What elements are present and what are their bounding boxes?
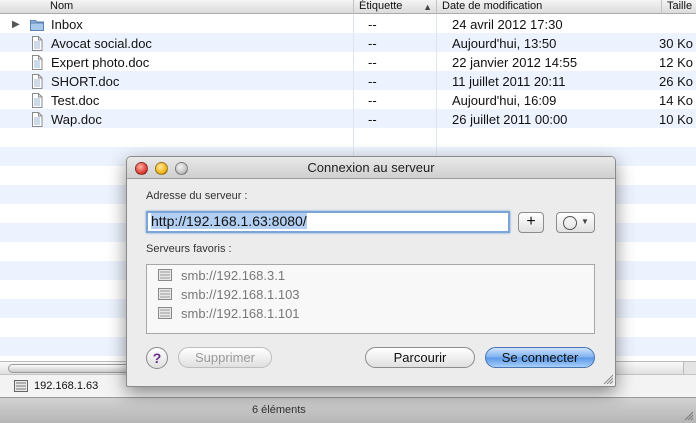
document-icon <box>32 36 43 51</box>
file-date: Aujourd'hui, 13:50 <box>452 36 557 51</box>
column-size[interactable]: Taille <box>661 0 696 14</box>
server-icon <box>14 380 28 392</box>
document-icon <box>32 55 43 70</box>
server-icon <box>158 288 172 300</box>
path-item-label: 192.168.1.63 <box>34 380 99 392</box>
favorite-server-url: smb://192.168.3.1 <box>181 268 286 283</box>
file-label: -- <box>368 112 377 127</box>
favorite-server-item[interactable]: smb://192.168.1.101 <box>147 304 594 323</box>
file-name: Test.doc <box>51 93 100 108</box>
file-name: SHORT.doc <box>51 74 120 89</box>
favorite-server-item[interactable]: smb://192.168.3.1 <box>147 266 594 285</box>
file-date: 22 janvier 2012 14:55 <box>452 55 578 70</box>
file-date: 26 juillet 2011 00:00 <box>452 112 568 127</box>
table-row[interactable]: ▶ Inbox -- 24 avril 2012 17:30 <box>0 15 696 34</box>
file-label: -- <box>368 55 377 70</box>
file-name: Inbox <box>51 17 83 32</box>
connect-button[interactable]: Se connecter <box>485 347 595 368</box>
resize-grip-icon[interactable] <box>602 373 613 384</box>
file-size: 14 Ko <box>659 93 693 108</box>
file-date: 11 juillet 2011 20:11 <box>452 74 566 89</box>
column-label-text: Étiquette <box>359 0 403 12</box>
file-size: 12 Ko <box>659 55 693 70</box>
server-address-label: Adresse du serveur : <box>146 190 248 202</box>
item-count: 6 éléments <box>252 404 306 416</box>
file-label: -- <box>368 36 377 51</box>
table-row[interactable]: Wap.doc -- 26 juillet 2011 00:00 10 Ko <box>0 110 696 129</box>
server-icon <box>158 269 172 281</box>
document-icon <box>32 93 43 108</box>
chevron-down-icon: ▼ <box>581 217 589 226</box>
add-favorite-button[interactable]: + <box>518 212 544 233</box>
connect-to-server-dialog: Connexion au serveur Adresse du serveur … <box>126 156 616 387</box>
table-row[interactable]: Test.doc -- Aujourd'hui, 16:09 14 Ko <box>0 91 696 110</box>
file-size: 26 Ko <box>659 74 693 89</box>
browse-button[interactable]: Parcourir <box>365 347 475 368</box>
scrollbar-corner <box>683 361 696 374</box>
table-row[interactable]: SHORT.doc -- 11 juillet 2011 20:11 26 Ko <box>0 72 696 91</box>
file-name: Expert photo.doc <box>51 55 150 70</box>
sort-ascending-icon: ▲ <box>423 2 432 12</box>
favorite-server-url: smb://192.168.1.103 <box>181 287 300 302</box>
resize-grip-icon[interactable] <box>683 410 693 420</box>
server-address-input[interactable]: http://192.168.1.63:8080/ <box>146 211 510 233</box>
disclosure-triangle-icon[interactable]: ▶ <box>12 15 20 34</box>
server-address-value: http://192.168.1.63:8080/ <box>151 213 307 229</box>
favorite-server-url: smb://192.168.1.101 <box>181 306 300 321</box>
column-label[interactable]: Étiquette ▲ <box>353 0 436 14</box>
table-row[interactable]: Expert photo.doc -- 22 janvier 2012 14:55 1… <box>0 53 696 72</box>
path-item-server[interactable]: 192.168.1.63 <box>14 379 98 393</box>
dialog-title: Connexion au serveur <box>307 160 435 175</box>
favorite-servers-list: smb://192.168.3.1 smb://192.168.1.103 smb:… <box>146 264 595 334</box>
file-date: 24 avril 2012 17:30 <box>452 17 563 32</box>
file-label: -- <box>368 93 377 108</box>
favorite-servers-label: Serveurs favoris : <box>146 243 232 255</box>
column-name[interactable]: Nom <box>0 0 353 14</box>
remove-button[interactable]: Supprimer <box>178 347 272 368</box>
file-name: Avocat social.doc <box>51 36 152 51</box>
column-date[interactable]: Date de modification <box>436 0 661 14</box>
folder-icon <box>30 20 44 31</box>
recent-servers-button[interactable]: ▼ <box>556 212 595 233</box>
table-row[interactable]: Avocat social.doc -- Aujourd'hui, 13:50 30 … <box>0 34 696 53</box>
document-icon <box>32 112 43 127</box>
file-label: -- <box>368 74 377 89</box>
help-button[interactable]: ? <box>146 347 168 369</box>
document-icon <box>32 74 43 89</box>
file-size: 10 Ko <box>659 112 693 127</box>
favorite-server-item[interactable]: smb://192.168.1.103 <box>147 285 594 304</box>
column-header: Nom Étiquette ▲ Date de modification Tail… <box>0 0 696 14</box>
status-bar: 6 éléments <box>0 397 696 423</box>
server-icon <box>158 307 172 319</box>
clock-icon <box>563 216 577 230</box>
file-size: 30 Ko <box>659 36 693 51</box>
file-date: Aujourd'hui, 16:09 <box>452 93 557 108</box>
file-label: -- <box>368 17 377 32</box>
dialog-titlebar[interactable]: Connexion au serveur <box>127 157 615 179</box>
file-name: Wap.doc <box>51 112 102 127</box>
